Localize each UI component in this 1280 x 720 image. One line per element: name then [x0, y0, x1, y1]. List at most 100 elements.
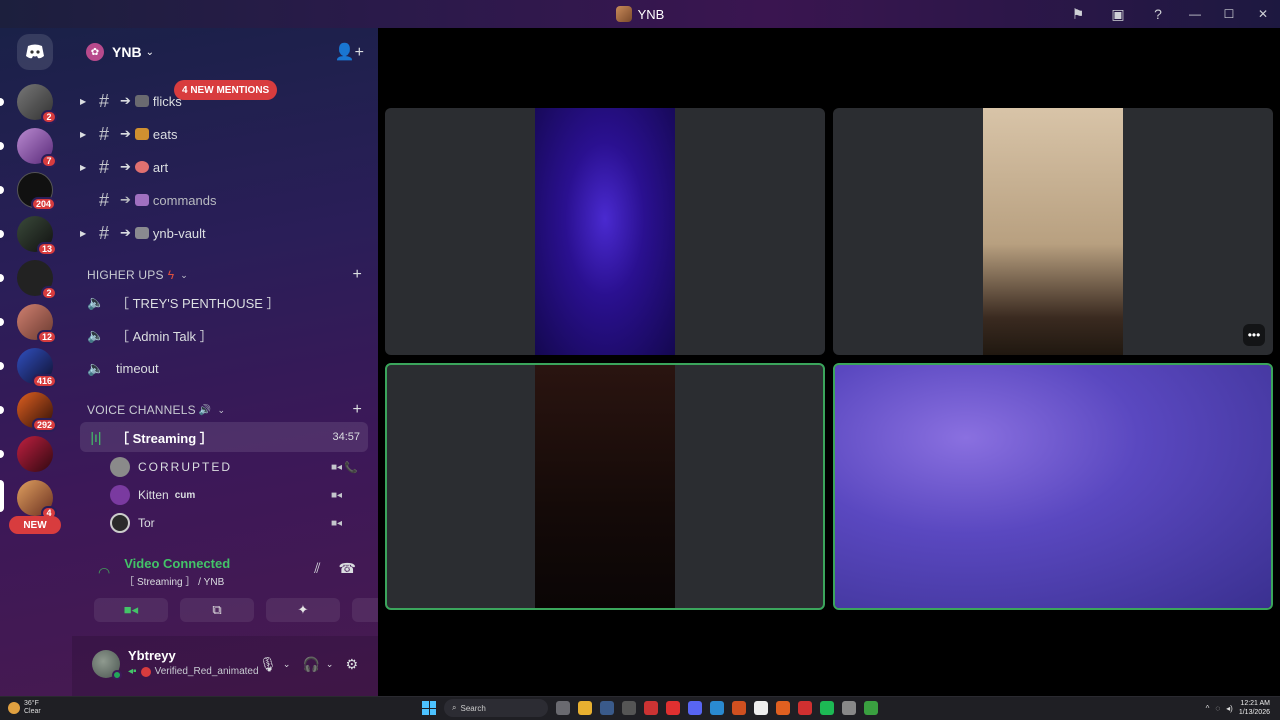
category-higher-ups[interactable]: HIGHER UPS ϟ ⌄ +: [87, 266, 370, 284]
weather-widget[interactable]: 36°F Clear: [8, 700, 41, 716]
channel-art[interactable]: ▶ # ➔ art: [80, 152, 370, 182]
taskbar-search[interactable]: ⌕ Search: [444, 699, 548, 717]
invite-people-icon[interactable]: 👤+: [335, 42, 364, 62]
server-thumbnail-icon: [615, 6, 632, 22]
steam-icon[interactable]: [600, 701, 614, 715]
weather-desc: Clear: [24, 708, 41, 715]
spotify-icon[interactable]: [820, 701, 834, 715]
app-icon[interactable]: [644, 701, 658, 715]
server-icon-5[interactable]: 2: [17, 260, 57, 300]
voice-status-title: Video Connected: [124, 556, 231, 571]
caret-right-icon: ▶: [80, 228, 87, 238]
channel-flicks[interactable]: ▶ # ➔ flicks: [80, 86, 370, 116]
more-options-icon[interactable]: •••: [1243, 324, 1265, 346]
home-button[interactable]: [17, 34, 53, 70]
video-tile-3[interactable]: [385, 363, 825, 610]
app-icon[interactable]: [622, 701, 636, 715]
camera-icon: ■◂: [123, 602, 139, 617]
create-channel-icon[interactable]: +: [352, 401, 362, 419]
window-title-wrap: YNB: [615, 6, 664, 22]
clock[interactable]: 12:21 AM 1/13/2026: [1239, 699, 1270, 717]
channel-eats[interactable]: ▶ # ➔ eats: [80, 119, 370, 149]
server-icon-10[interactable]: 4: [17, 480, 57, 520]
speaker-emoji-icon: 🔊: [198, 404, 212, 416]
noise-suppression-icon[interactable]: ⫽: [314, 560, 320, 577]
minimize-icon[interactable]: —: [1178, 0, 1212, 28]
server-badge: 2: [41, 286, 57, 300]
discord-icon[interactable]: [688, 701, 702, 715]
disconnect-icon[interactable]: ☎: [339, 560, 356, 577]
maximize-icon[interactable]: ☐: [1212, 0, 1246, 28]
category-label: VOICE CHANNELS: [87, 403, 196, 417]
chevron-down-icon[interactable]: ⌄: [283, 659, 291, 670]
voice-member[interactable]: Tor ■◂: [110, 510, 360, 536]
voice-member[interactable]: CORRUPTED ■◂ 📞: [110, 454, 360, 480]
app-icon[interactable]: [798, 701, 812, 715]
activities-icon: ✦: [297, 602, 309, 617]
microphone-icon[interactable]: 🎙: [259, 656, 277, 673]
server-icon-7[interactable]: 416: [17, 348, 57, 388]
server-icon-6[interactable]: 12: [17, 304, 57, 344]
channel-commands[interactable]: # ➔ commands: [80, 185, 370, 215]
video-tile-1[interactable]: [385, 108, 825, 355]
video-tile-4[interactable]: [833, 363, 1273, 610]
voice-status[interactable]: ◠ Video Connected ［ Streaming ］ / YNB: [98, 556, 230, 588]
app-icon[interactable]: [842, 701, 856, 715]
chevron-up-icon[interactable]: ^: [1206, 704, 1210, 713]
volume-icon[interactable]: ◂): [1226, 704, 1233, 713]
server-icon-1[interactable]: 2: [17, 84, 57, 124]
server-icon-2[interactable]: 7: [17, 128, 57, 168]
server-icon-4[interactable]: 13: [17, 216, 57, 256]
create-channel-icon[interactable]: +: [352, 266, 362, 284]
edge-icon[interactable]: [710, 701, 724, 715]
inbox-icon[interactable]: ▣: [1098, 0, 1138, 28]
task-view-icon[interactable]: [556, 701, 570, 715]
unread-pill: [0, 98, 4, 106]
flag-icon[interactable]: ⚑: [1058, 0, 1098, 28]
username[interactable]: Ybtreyy: [128, 648, 176, 663]
file-explorer-icon[interactable]: [578, 701, 592, 715]
channel-arrow: ➔: [120, 126, 131, 141]
voice-channel-timeout[interactable]: 🔈 timeout: [80, 353, 370, 383]
app-icon[interactable]: [754, 701, 768, 715]
chevron-down-icon[interactable]: ⌄: [326, 659, 334, 670]
voice-channel-streaming[interactable]: |ı| ［ Streaming ］ 34:57: [80, 422, 368, 452]
voice-channel-admin-talk[interactable]: 🔈 ［ Admin Talk ］: [80, 320, 370, 350]
new-unreads-pill[interactable]: NEW: [9, 516, 61, 534]
voice-member[interactable]: Kitten cum ■◂: [110, 482, 360, 508]
category-label: HIGHER UPS: [87, 268, 164, 282]
voice-indicator-icon: ◂▪: [128, 666, 137, 677]
network-icon[interactable]: ◌: [1215, 704, 1220, 713]
camera-button[interactable]: ■◂: [94, 598, 168, 622]
xbox-icon[interactable]: [864, 701, 878, 715]
server-icon-8[interactable]: 292: [17, 392, 57, 432]
help-icon[interactable]: ?: [1138, 0, 1178, 28]
voice-channel-treys-penthouse[interactable]: 🔈 ［ TREY'S PENTHOUSE ］: [80, 287, 370, 317]
member-name: CORRUPTED: [138, 460, 233, 474]
camera-icon: ■◂: [330, 517, 342, 529]
headphones-icon[interactable]: 🎧: [302, 656, 319, 673]
settings-gear-icon[interactable]: ⚙: [345, 656, 358, 673]
channel-label: flicks: [152, 93, 182, 109]
category-voice-channels[interactable]: VOICE CHANNELS 🔊 ⌄ +: [87, 401, 370, 419]
video-tile-2[interactable]: •••: [833, 108, 1273, 355]
server-header[interactable]: ✿ YNB ⌄ 👤+: [86, 40, 364, 64]
youtube-icon[interactable]: [666, 701, 680, 715]
app-icon[interactable]: [732, 701, 746, 715]
screen-share-button[interactable]: ⧉: [180, 598, 254, 622]
channel-ynb-vault[interactable]: ▶ # ➔ ynb-vault: [80, 218, 370, 248]
robot-emoji-icon: [134, 194, 149, 206]
server-icon-3[interactable]: 204: [17, 172, 56, 211]
close-icon[interactable]: ✕: [1246, 0, 1280, 28]
channel-label: art: [152, 159, 169, 175]
verified-icon: [140, 666, 151, 677]
firefox-icon[interactable]: [776, 701, 790, 715]
chevron-down-icon: ⌄: [217, 404, 226, 415]
signal-icon: ◠: [98, 563, 111, 580]
member-name: Tor: [138, 516, 155, 530]
unread-pill: [0, 230, 4, 238]
windows-start-icon[interactable]: [422, 701, 436, 715]
server-icon-9[interactable]: [17, 436, 53, 472]
title-bar: YNB ⚑ ▣ ? — ☐ ✕: [0, 0, 1280, 28]
activities-button[interactable]: ✦: [266, 598, 340, 622]
